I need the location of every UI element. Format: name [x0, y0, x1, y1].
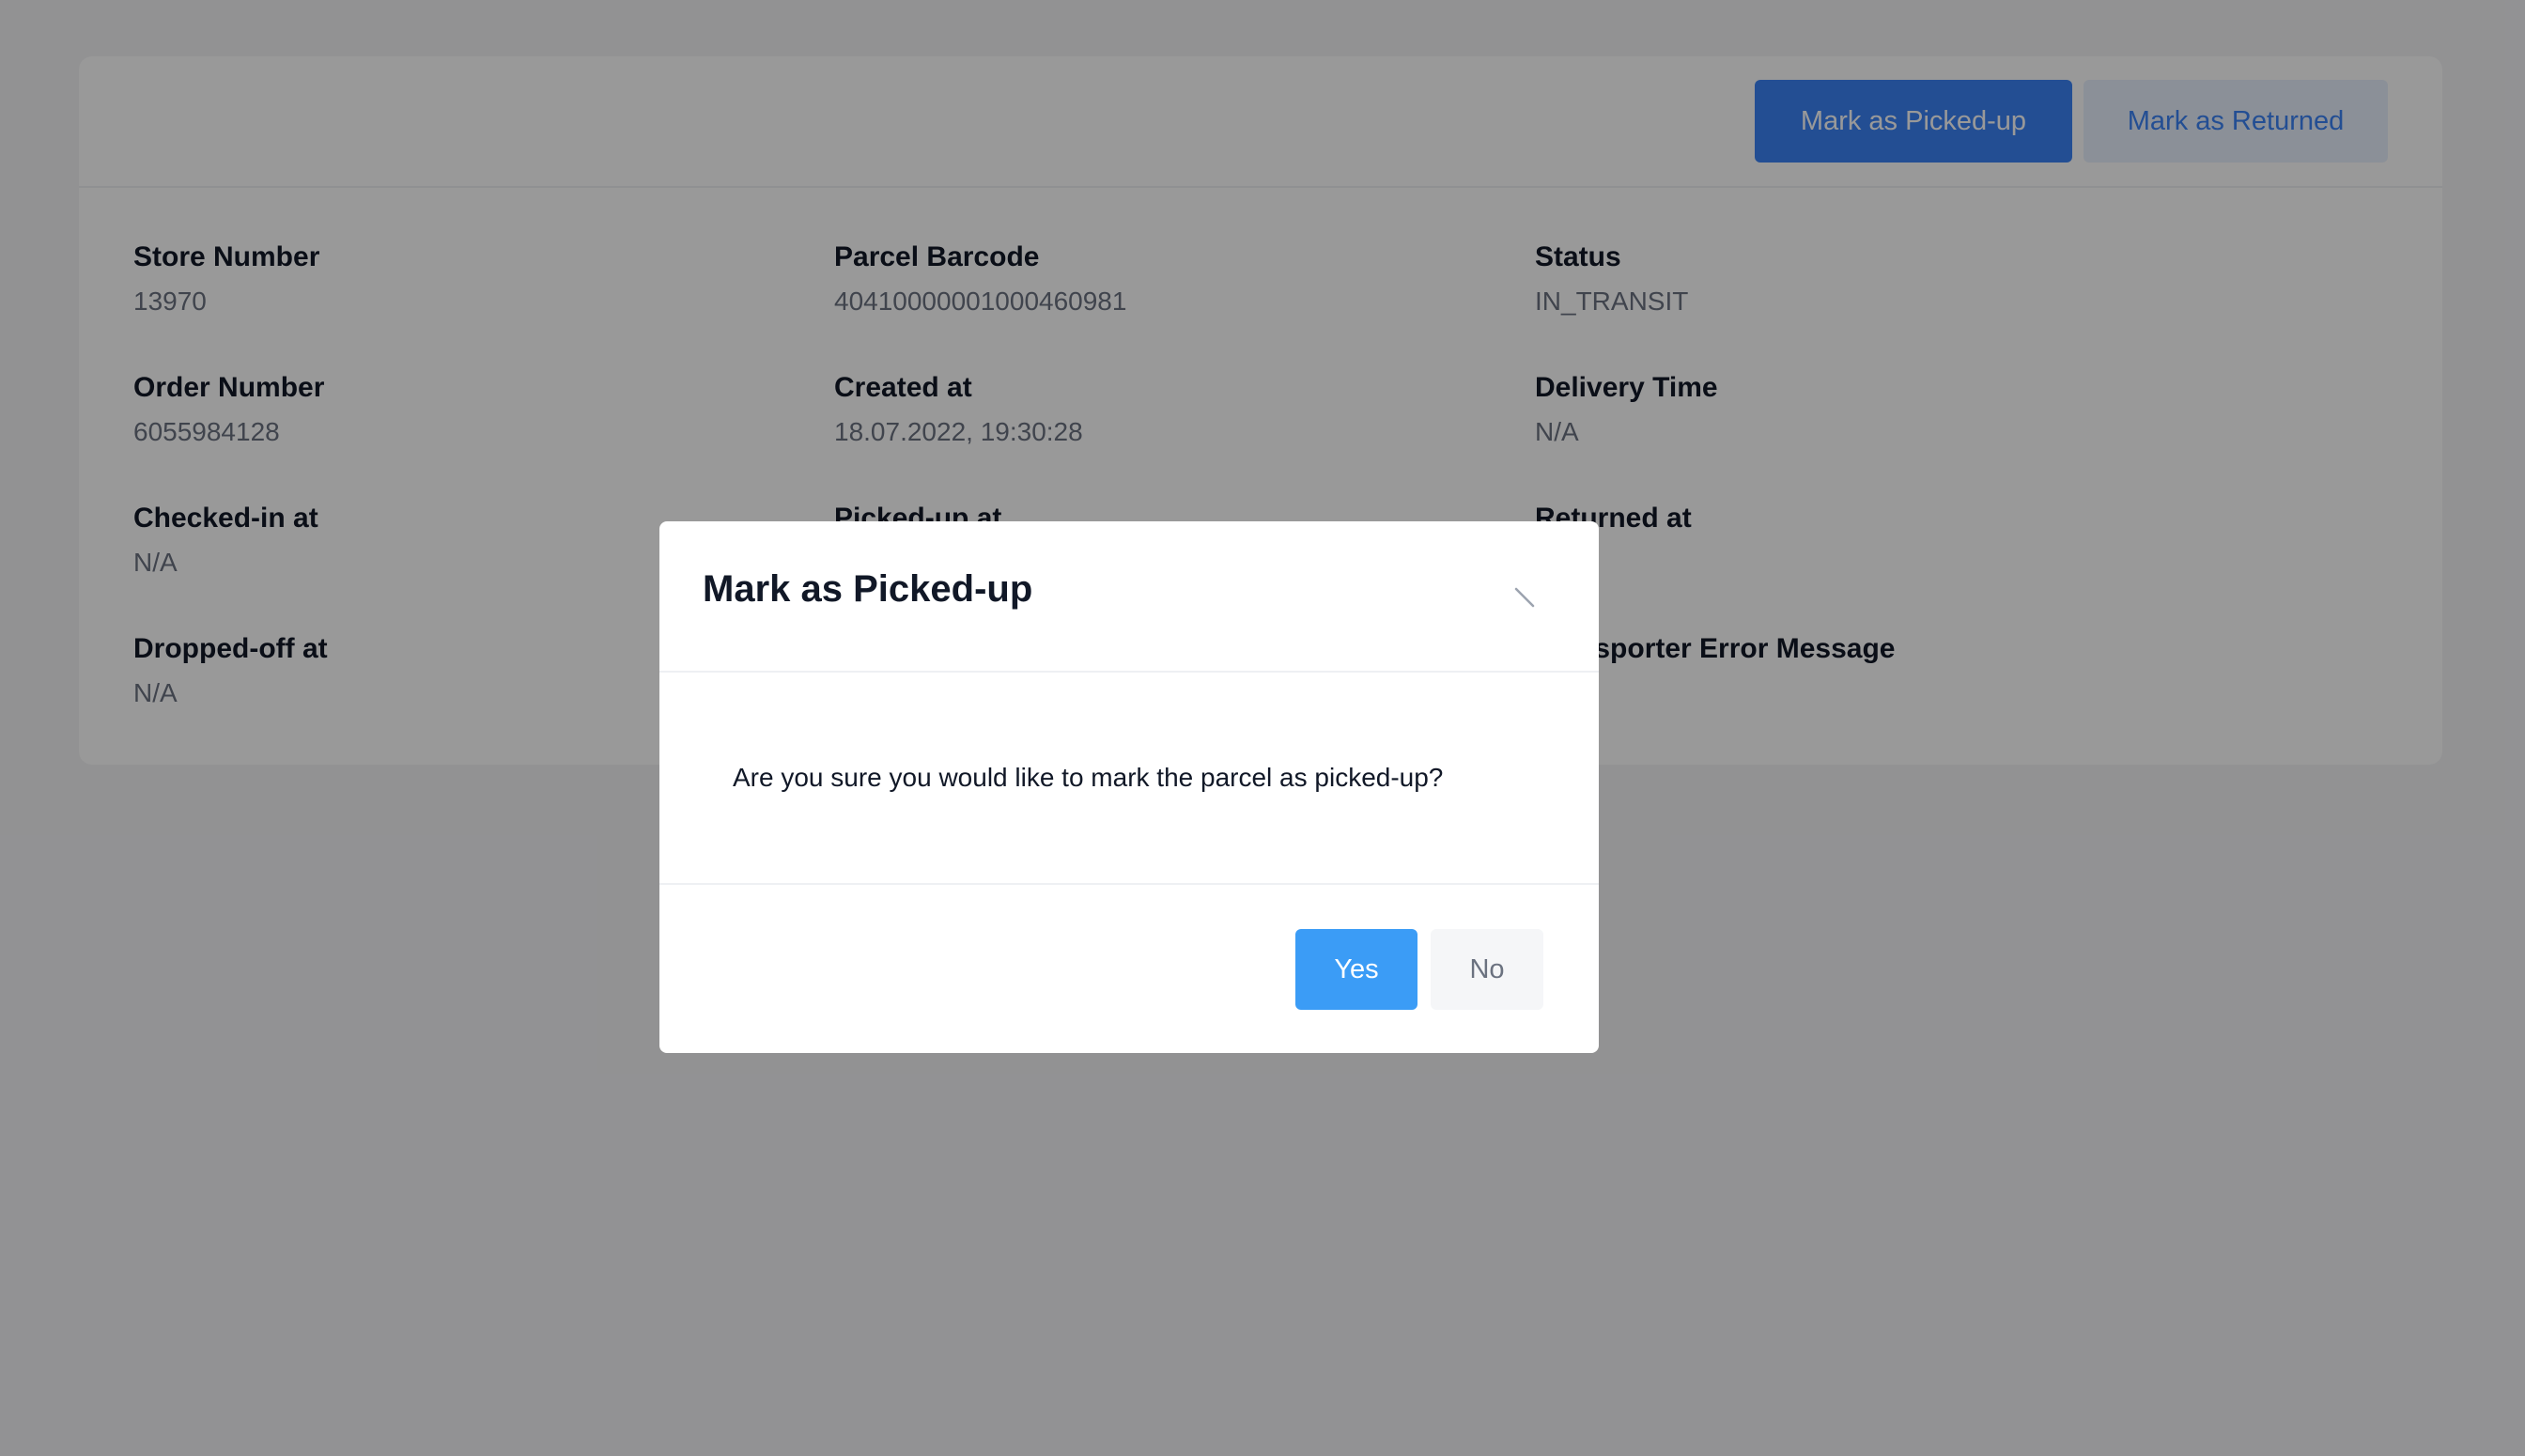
close-button[interactable] [1503, 576, 1546, 619]
modal-message: Are you sure you would like to mark the … [733, 763, 1444, 792]
no-button[interactable]: No [1431, 929, 1543, 1010]
modal-title: Mark as Picked-up [703, 568, 1033, 610]
close-icon [1514, 587, 1535, 608]
modal-header: Mark as Picked-up [659, 521, 1599, 673]
yes-button[interactable]: Yes [1295, 929, 1417, 1010]
modal-footer-divider [659, 883, 1599, 885]
